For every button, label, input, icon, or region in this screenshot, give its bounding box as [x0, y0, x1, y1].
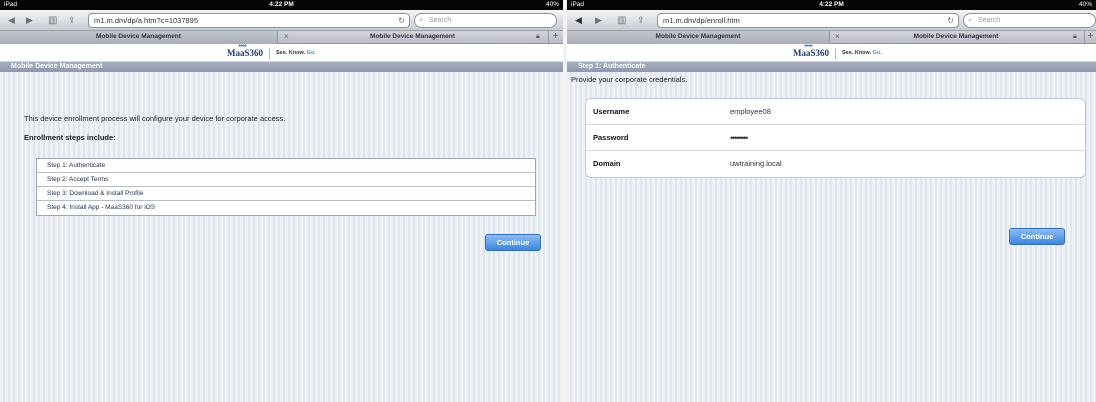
lock-icon: 🔒︎ [536, 33, 540, 40]
search-field[interactable]: ⌕ Search [414, 13, 557, 28]
enrollment-steps-list: Step 1: Authenticate Step 2: Accept Term… [36, 158, 536, 216]
authenticate-content: Provide your corporate credentials. User… [567, 72, 1096, 402]
logo-dots-icon: ●●●● [804, 44, 813, 49]
continue-button[interactable]: Continue [485, 234, 541, 251]
new-tab-plus-icon[interactable]: + [1084, 31, 1096, 44]
section-header: Step 1: Authenticate [567, 62, 1096, 72]
url-text: m1.m.dm/dp/a.htm?c=1037895 [94, 16, 199, 25]
reload-icon[interactable]: ↻ [398, 14, 405, 27]
status-bar: iPad 4:22 PM 40% [0, 0, 563, 10]
tab-bar: Mobile Device Management × Mobile Device… [567, 31, 1096, 44]
tab-mobile-device-management-1[interactable]: Mobile Device Management [0, 31, 278, 44]
username-field[interactable]: employee08 [730, 99, 771, 125]
intro-text: Provide your corporate credentials. [571, 75, 688, 84]
reload-icon[interactable]: ↻ [947, 14, 954, 27]
new-tab-plus-icon[interactable]: + [548, 31, 562, 44]
forward-arrow-icon[interactable]: ▶ [595, 15, 602, 26]
maas360-logo: ●●●● MaaS360 See. Know. Go. [227, 44, 316, 59]
bookmarks-book-icon[interactable]: ▥ [48, 15, 57, 26]
search-field[interactable]: ⌕ Search [963, 13, 1096, 28]
username-row[interactable]: Username employee08 [586, 99, 1085, 125]
logo-bar: ●●●● MaaS360 See. Know. Go. [0, 44, 563, 62]
step-item: Step 3: Download & Install Profile [37, 187, 535, 201]
logo-brand: MaaS360 [793, 48, 829, 58]
close-tab-icon[interactable]: × [284, 31, 289, 43]
tab-mobile-device-management-2[interactable]: Mobile Device Management [843, 31, 1069, 44]
share-icon[interactable]: ⇪ [68, 15, 76, 26]
step-item: Step 1: Authenticate [37, 159, 535, 173]
battery-level: 40% [545, 1, 559, 8]
tab-label: Mobile Device Management [96, 33, 181, 40]
browser-toolbar: ◀ ▶ ▥ ⇪ m1.m.dm/dp/a.htm?c=1037895 ↻ ⌕ S… [0, 10, 563, 31]
tab-label: Mobile Device Management [655, 33, 741, 40]
enrollment-content: This device enrollment process will conf… [0, 72, 563, 402]
step-item: Step 2: Accept Terms [37, 173, 535, 187]
url-text: m1.m.dm/dp/enroll.htm [663, 16, 740, 25]
search-icon: ⌕ [968, 17, 972, 24]
password-field[interactable]: •••••••• [730, 125, 748, 151]
status-bar: iPad 4:22 PM 40% [567, 0, 1096, 10]
search-placeholder: Search [978, 17, 1001, 24]
address-bar[interactable]: m1.m.dm/dp/enroll.htm ↻ [657, 13, 959, 28]
logo-bar: ●●●● MaaS360 See. Know. Go. [567, 44, 1096, 62]
maas360-logo: ●●●● MaaS360 See. Know. Go. [793, 44, 882, 59]
logo-tagline-go: Go. [872, 50, 882, 56]
username-label: Username [593, 107, 630, 116]
back-arrow-icon[interactable]: ◀ [575, 15, 582, 26]
tab-bar: Mobile Device Management × Mobile Device… [0, 31, 563, 44]
credentials-form: Username employee08 Password •••••••• Do… [585, 98, 1086, 178]
logo-tagline-go: Go. [306, 50, 316, 56]
domain-field[interactable]: uwtraining.local [730, 151, 782, 177]
section-header: Mobile Device Management [0, 62, 563, 72]
status-time: 4:22 PM [819, 1, 844, 8]
tab-label: Mobile Device Management [913, 33, 999, 40]
search-placeholder: Search [429, 17, 452, 24]
steps-title: Enrollment steps include: [24, 133, 116, 142]
domain-label: Domain [593, 159, 621, 168]
browser-toolbar: ◀ ▶ ▥ ⇪ m1.m.dm/dp/enroll.htm ↻ ⌕ Search [567, 10, 1096, 31]
logo-tagline: See. Know. [842, 50, 872, 56]
step-item: Step 4: Install App - MaaS360 for iOS [47, 204, 156, 211]
address-bar[interactable]: m1.m.dm/dp/a.htm?c=1037895 ↻ [88, 13, 410, 28]
password-label: Password [593, 133, 629, 142]
domain-row[interactable]: Domain uwtraining.local [586, 151, 1085, 177]
forward-arrow-icon[interactable]: ▶ [26, 15, 33, 26]
right-ipad-screen: iPad 4:22 PM 40% ◀ ▶ ▥ ⇪ m1.m.dm/dp/enro… [567, 0, 1096, 402]
tab-label: Mobile Device Management [370, 33, 455, 40]
password-row[interactable]: Password •••••••• [586, 125, 1085, 151]
intro-text: This device enrollment process will conf… [24, 114, 286, 123]
logo-brand: MaaS360 [227, 48, 263, 58]
back-arrow-icon[interactable]: ◀ [8, 15, 15, 26]
logo-tagline: See. Know. [276, 50, 306, 56]
tab-mobile-device-management-1[interactable]: Mobile Device Management [567, 31, 830, 44]
tab-mobile-device-management-2[interactable]: Mobile Device Management [290, 31, 535, 44]
status-time: 4:22 PM [269, 1, 294, 8]
search-icon: ⌕ [419, 17, 423, 24]
lock-icon: 🔒︎ [1073, 33, 1077, 40]
left-ipad-screen: iPad 4:22 PM 40% ◀ ▶ ▥ ⇪ m1.m.dm/dp/a.ht… [0, 0, 563, 402]
logo-dots-icon: ●●●● [238, 44, 247, 49]
continue-button[interactable]: Continue [1009, 228, 1065, 245]
close-tab-icon[interactable]: × [835, 31, 840, 43]
bookmarks-book-icon[interactable]: ▥ [617, 15, 626, 26]
share-icon[interactable]: ⇪ [637, 15, 645, 26]
battery-level: 40% [1078, 1, 1092, 8]
